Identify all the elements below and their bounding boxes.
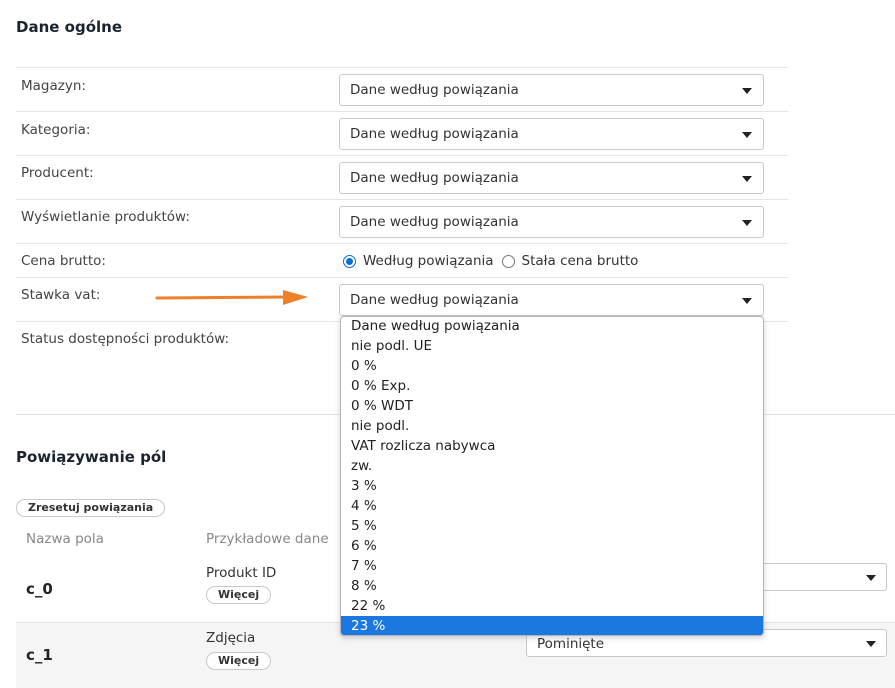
dropdown-option[interactable]: VAT rozlicza nabywca: [341, 436, 763, 456]
stawka-vat-select[interactable]: Dane według powiązania: [339, 284, 764, 316]
mapping-section-title: Powiązywanie pól: [16, 448, 167, 466]
producent-select[interactable]: Dane według powiązania: [339, 162, 764, 194]
dropdown-option[interactable]: 3 %: [341, 476, 763, 496]
stawka-vat-label: Stawka vat:: [21, 287, 101, 303]
kategoria-select[interactable]: Dane według powiązania: [339, 118, 764, 150]
radio-stala-cena-brutto[interactable]: Stała cena brutto: [501, 253, 639, 269]
producent-select-value: Dane według powiązania: [350, 170, 519, 186]
radio-wedlug-powiazania-label: Według powiązania: [363, 253, 494, 269]
wyswietlanie-select-value: Dane według powiązania: [350, 214, 519, 230]
stawka-vat-select-value: Dane według powiązania: [350, 292, 519, 308]
radio-unchecked-icon[interactable]: [501, 254, 515, 268]
field-name-c0: c_0: [26, 580, 53, 598]
mapping-select-c1-value: Pominięte: [537, 636, 605, 652]
gross-price-radio-group: Według powiązania Stała cena brutto: [343, 252, 638, 270]
radio-stala-cena-brutto-label: Stała cena brutto: [521, 253, 639, 269]
caret-down-icon: [742, 132, 752, 138]
caret-down-icon: [742, 88, 752, 94]
caret-down-icon: [742, 298, 752, 304]
wyswietlanie-select[interactable]: Dane według powiązania: [339, 206, 764, 238]
kategoria-select-value: Dane według powiązania: [350, 126, 519, 142]
caret-down-icon: [866, 641, 876, 647]
dropdown-option[interactable]: 22 %: [341, 596, 763, 616]
status-dostepnosci-label: Status dostępności produktów:: [21, 331, 230, 347]
sample-data-c1: Zdjęcia: [206, 630, 256, 646]
dropdown-option[interactable]: 0 %: [341, 356, 763, 376]
magazyn-select[interactable]: Dane według powiązania: [339, 74, 764, 106]
radio-wedlug-powiazania[interactable]: Według powiązania: [343, 253, 494, 269]
dropdown-option[interactable]: 0 % Exp.: [341, 376, 763, 396]
column-header-field-name: Nazwa pola: [26, 531, 104, 547]
dropdown-option[interactable]: nie podl.: [341, 416, 763, 436]
dropdown-option[interactable]: 6 %: [341, 536, 763, 556]
general-section-title: Dane ogólne: [16, 18, 122, 36]
caret-down-icon: [742, 220, 752, 226]
column-header-sample-data: Przykładowe dane: [206, 531, 329, 547]
field-name-c1: c_1: [26, 646, 53, 664]
magazyn-select-value: Dane według powiązania: [350, 82, 519, 98]
more-button-c0[interactable]: Więcej: [206, 586, 272, 604]
more-button-c1[interactable]: Więcej: [206, 652, 272, 670]
reset-mapping-button[interactable]: Zresetuj powiązania: [16, 499, 166, 517]
dropdown-option[interactable]: 8 %: [341, 576, 763, 596]
wyswietlanie-label: Wyświetlanie produktów:: [21, 209, 190, 225]
kategoria-label: Kategoria:: [21, 122, 91, 138]
sample-data-c0: Produkt ID: [206, 565, 277, 581]
dropdown-option[interactable]: 0 % WDT: [341, 396, 763, 416]
vat-rate-dropdown-list: Dane według powiązania nie podl. UE 0 % …: [340, 316, 764, 636]
dropdown-option[interactable]: Dane według powiązania: [341, 317, 763, 336]
radio-checked-icon[interactable]: [343, 254, 356, 268]
dropdown-option[interactable]: nie podl. UE: [341, 336, 763, 356]
arrow-right-icon: [155, 290, 308, 305]
dropdown-option[interactable]: 7 %: [341, 556, 763, 576]
dropdown-option[interactable]: 5 %: [341, 516, 763, 536]
cena-brutto-label: Cena brutto:: [21, 253, 106, 269]
caret-down-icon: [742, 176, 752, 182]
caret-down-icon: [866, 575, 876, 581]
dropdown-option[interactable]: zw.: [341, 456, 763, 476]
producent-label: Producent:: [21, 165, 94, 181]
magazyn-label: Magazyn:: [21, 78, 86, 94]
dropdown-option-highlighted[interactable]: 23 %: [341, 616, 763, 635]
dropdown-option[interactable]: 4 %: [341, 496, 763, 516]
